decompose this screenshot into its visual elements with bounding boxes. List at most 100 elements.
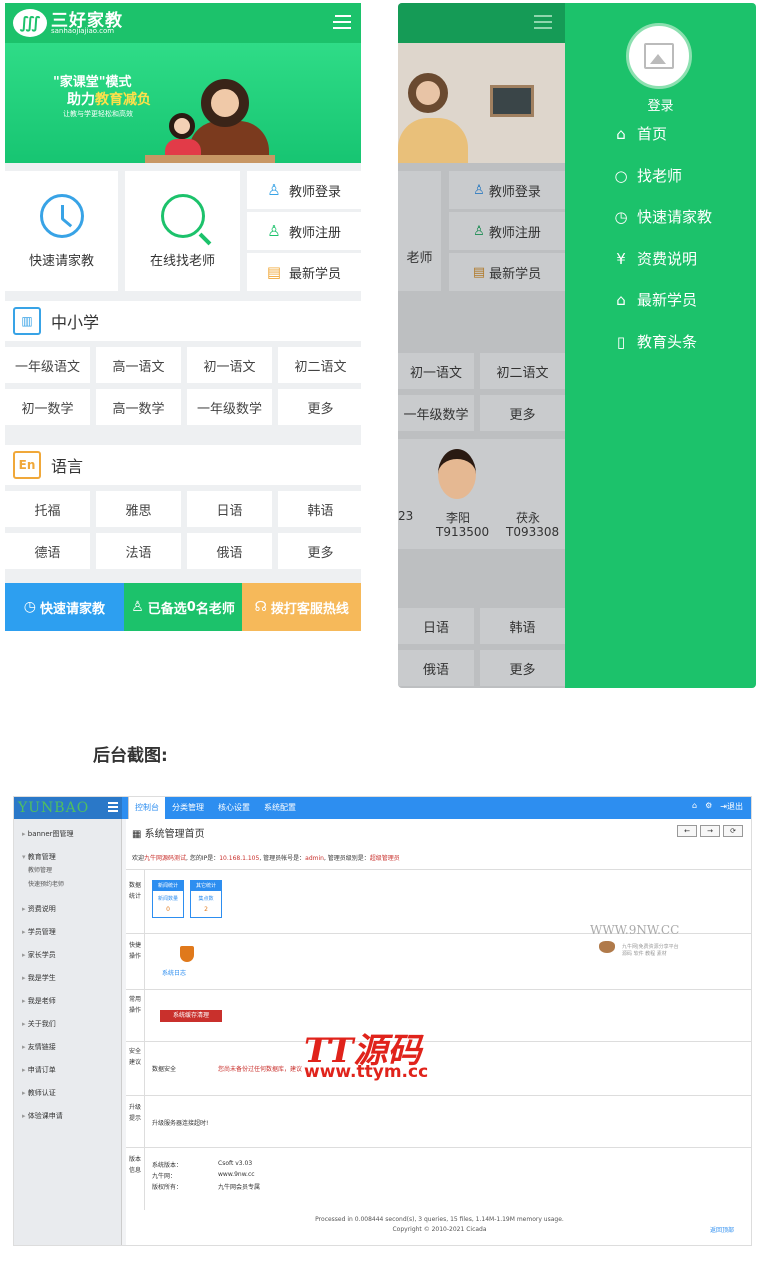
user-icon: ♙ — [267, 181, 281, 199]
teacher-login-button[interactable]: ♙ 教师登录 — [247, 171, 361, 209]
version-key: 系统版本： — [152, 1162, 183, 1169]
tab-system-config[interactable]: 系统配置 — [258, 797, 302, 819]
teacher-id: T093308 — [506, 525, 560, 539]
sidebar-item-orders[interactable]: 申请订单 — [22, 1065, 56, 1075]
drawer-item-fees[interactable]: ¥ 资费说明 — [611, 248, 697, 269]
footer-hotline-button[interactable]: ☊ 拨打客服热线 — [242, 583, 361, 631]
banner-line1: "家课堂"模式 — [53, 75, 132, 90]
sidebar-item-fees[interactable]: 资费说明 — [22, 904, 56, 914]
system-log-link[interactable]: 系统日志 — [162, 968, 186, 977]
stat-title: 新闻数量 — [157, 896, 178, 902]
dimmed-find-teacher-card: 老师 — [398, 171, 441, 291]
divider — [144, 990, 145, 1042]
sidebar-item-links[interactable]: 友情链接 — [22, 1042, 56, 1052]
gear-icon[interactable]: ⚙ — [705, 801, 712, 812]
refresh-button[interactable]: ⟳ — [723, 825, 743, 837]
sidebar-item-i-am-teacher[interactable]: 我是老师 — [22, 996, 56, 1006]
subject-cell[interactable]: 高一语文 — [96, 347, 181, 383]
stat-title: 集点数 — [198, 896, 214, 902]
subject-cell[interactable]: 一年级数学 — [187, 389, 272, 425]
drawer-item-headlines[interactable]: ▯ 教育头条 — [611, 331, 697, 352]
stat-card-other[interactable]: 其它统计 集点数 2 — [190, 880, 222, 918]
quick-request-tutor-card[interactable]: 快速请家教 — [5, 171, 118, 291]
book-icon: ▯ — [616, 332, 626, 351]
stat-head: 新闻统计 — [153, 881, 183, 891]
sidebar-item-parents[interactable]: 家长学员 — [22, 950, 56, 960]
section-primary-secondary: ▥ 中小学 一年级语文 高一语文 初一语文 初二语文 初一数学 高一数学 一年级… — [5, 301, 361, 425]
latest-students-button[interactable]: ▤ 最新学员 — [247, 253, 361, 291]
quick-request-label: 快速请家教 — [28, 253, 94, 269]
clock-icon: ◷ — [23, 599, 36, 615]
subject-cell[interactable]: 高一数学 — [96, 389, 181, 425]
sidebar-subitem-quick-booking[interactable]: 快速预约老师 — [28, 879, 64, 888]
teacher-register-button[interactable]: ♙ 教师注册 — [247, 212, 361, 250]
logout-button[interactable]: ⇥退出 — [720, 801, 743, 812]
hamburger-icon[interactable] — [108, 802, 118, 812]
back-button[interactable]: ← — [677, 825, 697, 837]
row-label: 常用操作 — [128, 996, 141, 1014]
version-value: Csoft v3.03 — [218, 1160, 253, 1167]
tab-categories[interactable]: 分类管理 — [166, 797, 210, 819]
language-cell[interactable]: 法语 — [96, 533, 181, 569]
home-icon[interactable]: ⌂ — [692, 801, 697, 812]
dimmed-page[interactable]: 老师 ♙ 教师登录 ♙ 教师注册 ▤ 最新学员 初一语文 初二语文 一年级数学 更多 … — [398, 3, 565, 688]
tab-console[interactable]: 控制台 — [128, 797, 165, 819]
sidebar-item-about[interactable]: 关于我们 — [22, 1019, 56, 1029]
sidebar-item-banner[interactable]: banner图管理 — [22, 829, 74, 839]
footer-quick-request-button[interactable]: ◷ 快速请家教 — [5, 583, 124, 631]
upgrade-message: 升级服务器连接超时! — [152, 1120, 209, 1127]
drawer-item-quick-request[interactable]: ◷ 快速请家教 — [611, 206, 712, 227]
tab-core-settings[interactable]: 核心设置 — [212, 797, 256, 819]
sidebar-item-teacher-verify[interactable]: 教师认证 — [22, 1088, 56, 1098]
promo-banner[interactable]: "家课堂"模式 助力教育减负 让教与学更轻松和高效 — [5, 43, 361, 163]
section-title: 语言 — [51, 457, 84, 476]
language-icon: En — [13, 451, 41, 479]
teacher-avatar — [438, 449, 476, 499]
app-header: ∭ 三好家教 sanhaojiajiao.com — [5, 3, 361, 43]
footer-selected-teachers-button[interactable]: ♙ 已备选 0 名老师 — [123, 583, 243, 631]
language-cell[interactable]: 韩语 — [278, 491, 361, 527]
selected-count: 0 — [186, 599, 196, 615]
label: 教师注册 — [488, 225, 541, 241]
subject-cell[interactable]: 一年级语文 — [5, 347, 90, 383]
drawer-item-label: 找老师 — [637, 167, 683, 185]
clear-cache-button[interactable]: 系统缓存清理 — [160, 1010, 222, 1022]
graduation-icon: ⌂ — [616, 290, 626, 309]
subject-cell[interactable]: 初一语文 — [187, 347, 272, 383]
drawer-item-find-teacher[interactable]: ○ 找老师 — [611, 165, 682, 186]
sidebar-item-i-am-student[interactable]: 我是学生 — [22, 973, 56, 983]
sidebar-item-trial-class[interactable]: 体验课申请 — [22, 1111, 63, 1121]
language-cell[interactable]: 俄语 — [187, 533, 272, 569]
stat-card-news[interactable]: 新闻统计 新闻数量 0 — [152, 880, 184, 918]
drawer-item-latest-students[interactable]: ⌂ 最新学员 — [611, 289, 697, 310]
sidebar-subitem-teachers[interactable]: 教师管理 — [28, 865, 52, 874]
row-label: 版本信息 — [128, 1156, 141, 1174]
cow-logo-icon — [599, 941, 615, 953]
language-cell[interactable]: 德语 — [5, 533, 90, 569]
row-label: 快捷操作 — [128, 942, 141, 960]
shield-icon[interactable] — [180, 946, 194, 962]
banner-child-head — [169, 113, 195, 139]
sidebar-item-students[interactable]: 学员管理 — [22, 927, 56, 937]
find-teacher-card[interactable]: 在线找老师 — [125, 171, 240, 291]
dimmed-subject-cell: 一年级数学 — [398, 395, 474, 431]
subject-cell[interactable]: 初二语文 — [278, 347, 361, 383]
language-cell[interactable]: 雅思 — [96, 491, 181, 527]
row-label: 升级提示 — [128, 1104, 141, 1122]
search-icon: ○ — [614, 166, 628, 185]
menu-icon[interactable] — [534, 15, 552, 31]
drawer-item-home[interactable]: ⌂ 首页 — [611, 123, 667, 144]
sidebar-item-education[interactable]: 教育管理 — [22, 852, 56, 862]
drawer-login-link[interactable]: 登录 — [565, 95, 756, 114]
back-to-top-link[interactable]: 返回顶部 — [710, 1225, 734, 1234]
subject-cell[interactable]: 初一数学 — [5, 389, 90, 425]
language-cell[interactable]: 托福 — [5, 491, 90, 527]
menu-icon[interactable] — [333, 15, 351, 31]
forward-button[interactable]: → — [700, 825, 720, 837]
more-subjects-link[interactable]: 更多 — [278, 389, 361, 425]
language-cell[interactable]: 日语 — [187, 491, 272, 527]
drawer-item-label: 首页 — [637, 125, 668, 143]
watermark-9nw-sub: 九牛网|免费资源分享平台 源码 软件 教程 素材 — [622, 944, 679, 957]
avatar[interactable] — [626, 23, 692, 89]
more-languages-link[interactable]: 更多 — [278, 533, 361, 569]
